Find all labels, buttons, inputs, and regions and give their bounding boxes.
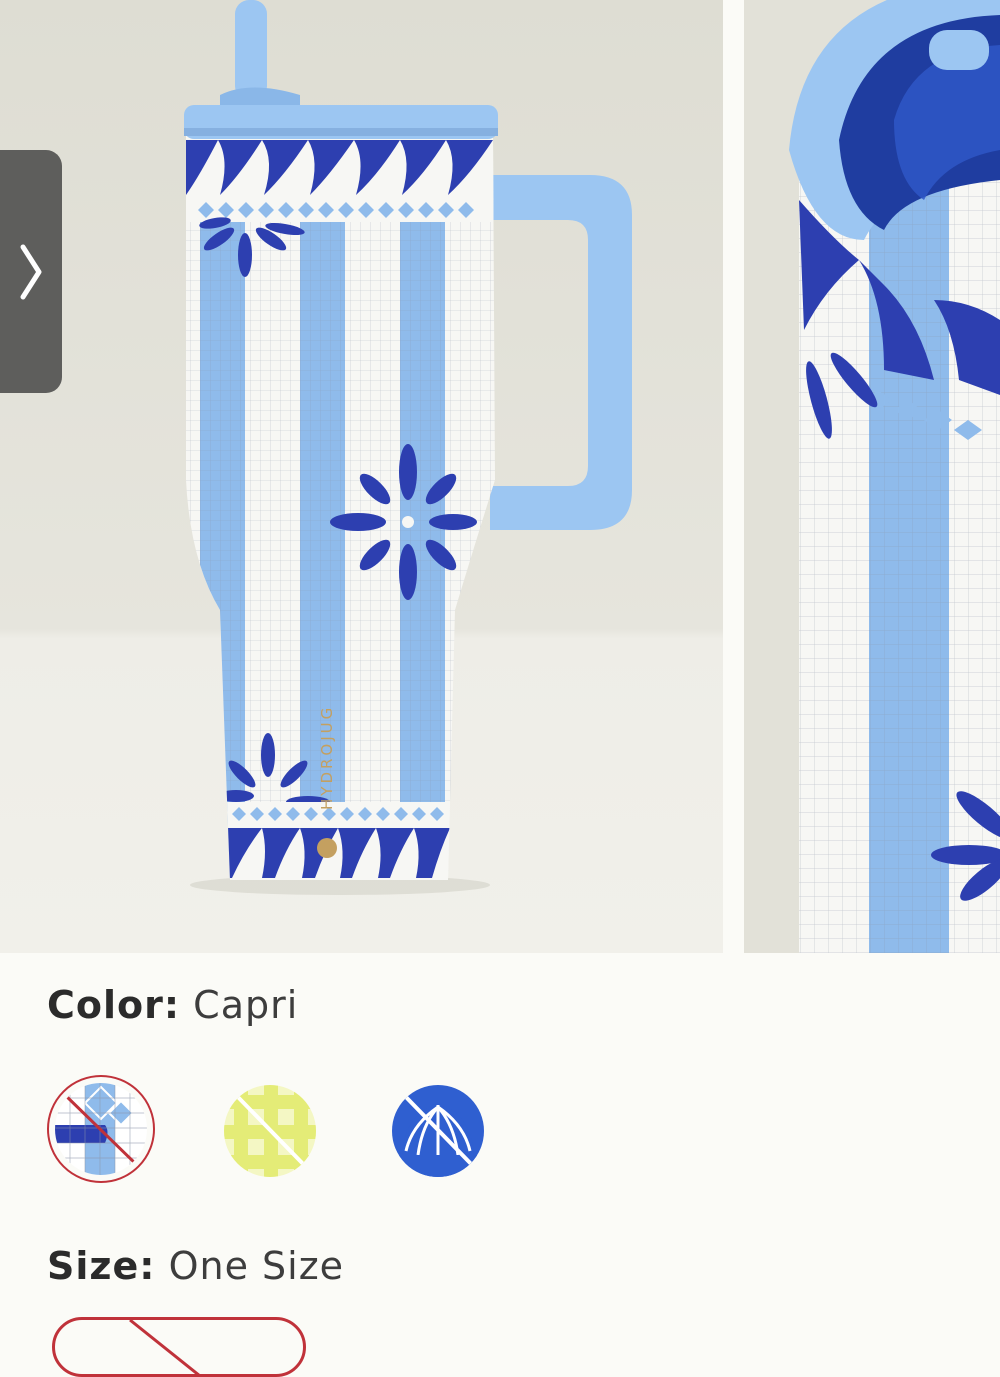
color-label: Color:	[47, 983, 181, 1027]
product-image-gallery[interactable]: HYDROJUG	[0, 0, 1000, 953]
size-label: Size:	[47, 1244, 156, 1288]
swatch-blue-shell[interactable]	[392, 1085, 484, 1177]
product-image-main[interactable]: HYDROJUG	[0, 0, 723, 953]
swatch-capri[interactable]	[55, 1083, 147, 1175]
chevron-right-icon	[20, 244, 42, 299]
color-label-row: Color: Capri	[47, 983, 298, 1027]
gallery-next-button[interactable]	[0, 150, 62, 393]
mosaic-tile-swatch-icon	[55, 1083, 147, 1175]
size-value: One Size	[168, 1244, 345, 1288]
swatch-yellow-gingham[interactable]	[224, 1085, 316, 1177]
brand-text: HYDROJUG	[318, 705, 336, 810]
size-label-row: Size: One Size	[47, 1244, 344, 1288]
size-option-one-size[interactable]	[52, 1317, 306, 1377]
unavailable-strike-icon	[129, 1320, 200, 1374]
color-value: Capri	[193, 983, 299, 1027]
blue-shell-swatch-icon	[392, 1085, 484, 1177]
yellow-gingham-swatch-icon	[224, 1085, 316, 1177]
product-image-next-preview[interactable]	[744, 0, 1000, 953]
